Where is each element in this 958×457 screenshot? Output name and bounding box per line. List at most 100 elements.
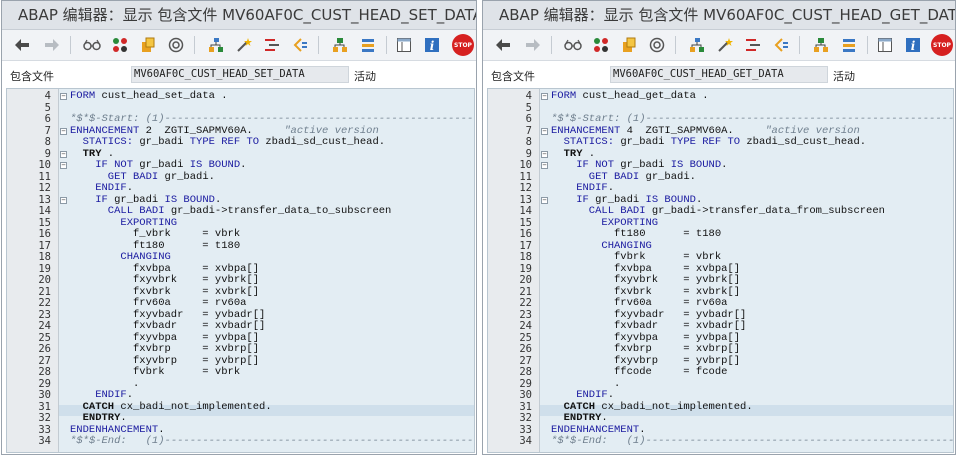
fold-toggle-icon[interactable]: − [60,93,67,100]
code-line[interactable]: ffcode = fcode [614,366,727,379]
code-line[interactable]: fvbrk = vbrk [133,366,240,379]
code-token: . [101,147,115,160]
object-list-icon[interactable] [110,35,130,55]
code-line[interactable]: *$*$-End: (1)---------------------------… [551,435,954,448]
layout-icon[interactable] [875,35,895,55]
line-number: 18 [519,251,532,263]
keyword-token: IS BOUND [645,193,696,206]
code-token: 2 ZGTI_SAPMV60A. [139,124,285,137]
keyword-token: GET BADI [588,170,640,183]
tree-icon[interactable] [811,35,831,55]
fold-toggle-icon[interactable]: − [60,196,67,204]
code-token: fxvbpa = xvbpa[] [133,262,260,275]
keyword-token: ENHANCEMENT [551,124,621,137]
activate-wand-icon[interactable] [234,35,254,55]
code-token: . [158,423,165,436]
code-token: . [639,423,646,436]
code-token: fxyvbpa = yvbpa[] [614,331,741,344]
code-token: . [721,159,728,171]
line-number: 22 [519,297,532,309]
fold-toggle-icon[interactable]: − [541,93,548,100]
keyword-token: TRY [563,147,583,160]
where-used-icon[interactable] [647,35,667,55]
hierarchy-icon[interactable] [687,35,707,55]
fold-toggle-icon[interactable]: − [541,196,548,204]
include-name-field[interactable]: MV60AF0C_CUST_HEAD_SET_DATA [131,66,349,83]
code-token: 4 ZGTI_SAPMV60A. [620,124,766,137]
fold-toggle-icon[interactable]: − [541,127,548,135]
info-icon[interactable]: i [903,35,923,55]
code-token: fxvbrp = xvbrp[] [133,343,260,355]
layout-icon[interactable] [394,35,414,55]
line-number: 14 [38,205,51,217]
pretty-printer-icon[interactable] [290,35,310,55]
where-used-icon[interactable] [166,35,186,55]
back-arrow-icon[interactable] [12,35,32,55]
keyword-token: CATCH [82,400,115,413]
forward-arrow-icon[interactable] [42,35,62,55]
fold-toggle-icon[interactable]: − [60,127,67,135]
keyword-token: TRY [82,147,102,160]
keyword-token: ENDIF [576,389,608,401]
code-line[interactable]: *$*$-End: (1)---------------------------… [70,435,474,448]
keyword-token: TYPE REF TO [189,136,260,148]
line-number: 34 [519,435,532,447]
code-editor[interactable]: 4− FORM cust_head_set_data . 5 6 *$*$-Start:… [6,88,475,453]
code-token: fxvbadr = xvbadr[] [614,320,747,332]
fold-toggle-icon[interactable]: − [60,150,67,158]
svg-text:i: i [911,39,916,53]
code-token: gr_badi. [639,170,696,183]
keyword-token: GET BADI [107,170,159,183]
code-line[interactable]: FORM cust_head_get_data . [551,90,709,103]
pretty-printer-icon[interactable] [771,35,791,55]
object-list-icon[interactable] [591,35,611,55]
code-token: gr_badi->transfer_data_from_subscreen [645,205,885,217]
code-token: frv60a = rv60a [614,297,728,309]
code-token: fxvbrk = xvbrk[] [133,285,260,298]
stop-icon[interactable]: STOP [452,34,474,56]
code-editor[interactable]: 4− FORM cust_head_get_data . 5 6 *$*$-Start:… [487,88,954,453]
clipboard-icon[interactable] [138,35,158,55]
toolbar: i STOP [2,30,476,61]
line-number: 20 [38,274,51,286]
line-number: 20 [519,274,532,286]
tree-icon[interactable] [330,35,350,55]
code-line[interactable]: STATICS: gr_badi TYPE REF TO zbadi_sd_cu… [83,136,385,149]
clipboard-icon[interactable] [619,35,639,55]
info-icon[interactable]: i [422,35,442,55]
comment-token: "active version [284,124,379,137]
forward-arrow-icon[interactable] [523,35,543,55]
line-number: 34 [38,435,51,447]
pattern-icon[interactable] [262,35,282,55]
fold-toggle-icon[interactable]: − [541,150,548,158]
stack-icon[interactable] [839,35,859,55]
include-label: 包含文件 [491,70,535,83]
back-arrow-icon[interactable] [493,35,513,55]
stack-icon[interactable] [358,35,378,55]
fold-toggle-icon[interactable]: − [541,162,548,169]
glasses-icon[interactable] [563,35,583,55]
include-row: 包含文件 MV60AF0C_CUST_HEAD_SET_DATA 活动 [2,61,476,88]
fold-toggle-icon[interactable]: − [60,162,67,169]
line-number: 22 [38,297,51,309]
code-line[interactable]: FORM cust_head_set_data . [70,90,228,103]
keyword-token: CALL BADI [107,205,165,217]
code-token: gr_badi [133,136,190,148]
code-token: gr_badi [133,159,190,171]
glasses-icon[interactable] [82,35,102,55]
include-name-field[interactable]: MV60AF0C_CUST_HEAD_GET_DATA [610,66,828,83]
include-label: 包含文件 [10,70,54,83]
stop-icon[interactable]: STOP [931,34,953,56]
line-number: 14 [519,205,532,217]
comment-token: *$*$-End: (1)---------------------------… [551,435,954,447]
keyword-token: EXPORTING [601,216,659,229]
code-token: fxyvbadr = yvbadr[] [133,308,266,321]
code-token: fxyvbrp = yvbrp[] [614,354,741,367]
pattern-icon[interactable] [743,35,763,55]
hierarchy-icon[interactable] [206,35,226,55]
activate-wand-icon[interactable] [715,35,735,55]
keyword-token: FORM [551,90,577,102]
keyword-token: ENDIF [95,389,127,401]
code-token: gr_badi. [158,170,215,183]
code-line[interactable]: STATICS: gr_badi TYPE REF TO zbadi_sd_cu… [564,136,866,149]
